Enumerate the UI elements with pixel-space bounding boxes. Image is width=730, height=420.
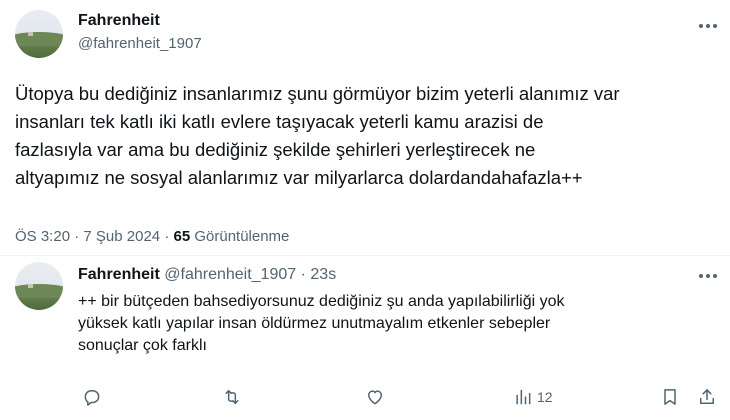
reply-views-count: 12 xyxy=(537,389,553,405)
share-button[interactable] xyxy=(697,384,717,410)
meta-separator: · xyxy=(164,228,170,245)
heart-icon xyxy=(368,390,382,405)
views-label: Görüntülenme xyxy=(194,228,290,245)
retweet-icon xyxy=(225,390,239,404)
reply-actions: 12 xyxy=(0,384,730,410)
retweet-button[interactable] xyxy=(222,384,242,410)
author-name[interactable]: Fahrenheit xyxy=(78,12,160,30)
more-icon[interactable] xyxy=(696,16,720,36)
reply-avatar[interactable] xyxy=(15,262,63,310)
reply-separator: · xyxy=(300,266,306,283)
main-tweet: Fahrenheit @fahrenheit_1907 Ütopya bu de… xyxy=(0,0,730,256)
reply-more-icon[interactable] xyxy=(696,266,720,286)
reply-text: ++ bir bütçeden bahsediyorsunuz dediğini… xyxy=(78,293,565,354)
share-icon xyxy=(700,389,714,404)
reply-age[interactable]: 23s xyxy=(310,266,336,283)
reply-header: Fahrenheit @fahrenheit_1907 · 23s xyxy=(78,266,336,284)
divider xyxy=(0,255,730,256)
tweet-date[interactable]: 7 Şub 2024 xyxy=(83,228,160,245)
tweet-time[interactable]: ÖS 3:20 xyxy=(15,228,70,245)
avatar[interactable] xyxy=(15,10,63,58)
bookmark-icon xyxy=(664,389,676,405)
reply-author-handle[interactable]: @fahrenheit_1907 xyxy=(164,266,296,283)
reply-button[interactable] xyxy=(82,384,102,410)
author-handle[interactable]: @fahrenheit_1907 xyxy=(78,35,202,52)
views-count: 65 xyxy=(173,228,191,245)
like-button[interactable] xyxy=(365,384,385,410)
tweet-meta: ÖS 3:20 · 7 Şub 2024 · 65 Görüntülenme xyxy=(15,228,289,245)
meta-separator: · xyxy=(74,228,80,245)
views-button[interactable]: 12 xyxy=(513,384,553,410)
tweet-text: Ütopya bu dediğiniz insanlarımız şunu gö… xyxy=(15,83,620,188)
bookmark-button[interactable] xyxy=(660,384,680,410)
reply-icon xyxy=(84,390,100,406)
reply-author-name[interactable]: Fahrenheit xyxy=(78,266,160,283)
bar-chart-icon xyxy=(516,389,531,405)
